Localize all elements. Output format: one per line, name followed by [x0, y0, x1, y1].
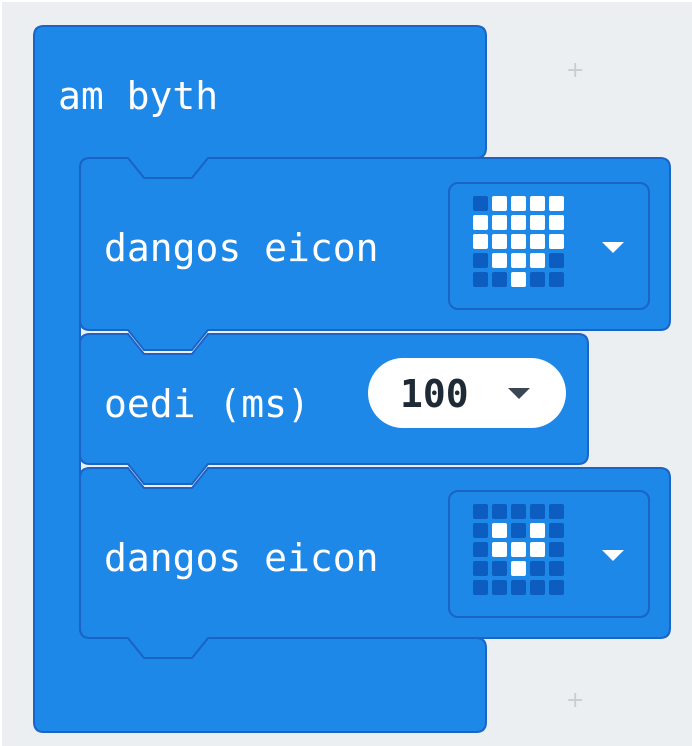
led-pixel	[492, 253, 507, 268]
led-pixel	[492, 580, 507, 595]
led-pixel	[511, 542, 526, 557]
led-pixel	[530, 523, 545, 538]
led-pixel	[492, 272, 507, 287]
led-pixel	[549, 542, 564, 557]
led-pixel	[511, 580, 526, 595]
led-pixel	[473, 196, 488, 211]
led-pixel	[530, 580, 545, 595]
show-icon-label: dangos eicon	[104, 226, 379, 270]
led-pixel	[473, 272, 488, 287]
small-heart-icon	[473, 504, 567, 598]
led-pixel	[549, 504, 564, 519]
led-pixel	[473, 561, 488, 576]
chevron-down-icon	[602, 242, 624, 253]
block-workspace[interactable]: + + am byth dangos eicon oedi (ms) 100 d…	[0, 0, 692, 746]
chevron-down-icon	[508, 388, 530, 399]
led-pixel	[511, 215, 526, 230]
led-pixel	[511, 234, 526, 249]
chevron-down-icon	[602, 550, 624, 561]
led-pixel	[473, 253, 488, 268]
pause-duration-dropdown[interactable]: 100	[368, 358, 566, 428]
led-pixel	[511, 196, 526, 211]
pause-label: oedi (ms)	[104, 382, 310, 426]
led-pixel	[549, 272, 564, 287]
led-pixel	[511, 523, 526, 538]
led-pixel	[511, 504, 526, 519]
led-pixel	[492, 523, 507, 538]
led-pixel	[530, 196, 545, 211]
led-pixel	[473, 542, 488, 557]
led-pixel	[473, 504, 488, 519]
led-pixel	[549, 523, 564, 538]
led-pixel	[511, 253, 526, 268]
led-pixel	[492, 542, 507, 557]
led-pixel	[492, 234, 507, 249]
icon-picker-dropdown[interactable]	[448, 182, 650, 310]
led-pixel	[549, 196, 564, 211]
led-pixel	[549, 234, 564, 249]
led-pixel	[530, 253, 545, 268]
led-pixel	[549, 215, 564, 230]
heart-icon	[473, 196, 567, 290]
led-pixel	[473, 523, 488, 538]
led-pixel	[530, 234, 545, 249]
led-pixel	[492, 196, 507, 211]
icon-picker-dropdown[interactable]	[448, 490, 650, 618]
show-icon-label: dangos eicon	[104, 536, 379, 580]
led-pixel	[473, 580, 488, 595]
led-pixel	[549, 253, 564, 268]
led-pixel	[530, 561, 545, 576]
led-pixel	[530, 504, 545, 519]
led-pixel	[492, 215, 507, 230]
led-pixel	[492, 504, 507, 519]
led-pixel	[473, 234, 488, 249]
led-pixel	[473, 215, 488, 230]
pause-duration-value: 100	[400, 372, 469, 416]
led-pixel	[511, 561, 526, 576]
led-pixel	[511, 272, 526, 287]
led-pixel	[549, 561, 564, 576]
led-pixel	[530, 215, 545, 230]
led-pixel	[492, 561, 507, 576]
led-pixel	[549, 580, 564, 595]
forever-label: am byth	[58, 74, 219, 118]
led-pixel	[530, 272, 545, 287]
led-pixel	[530, 542, 545, 557]
